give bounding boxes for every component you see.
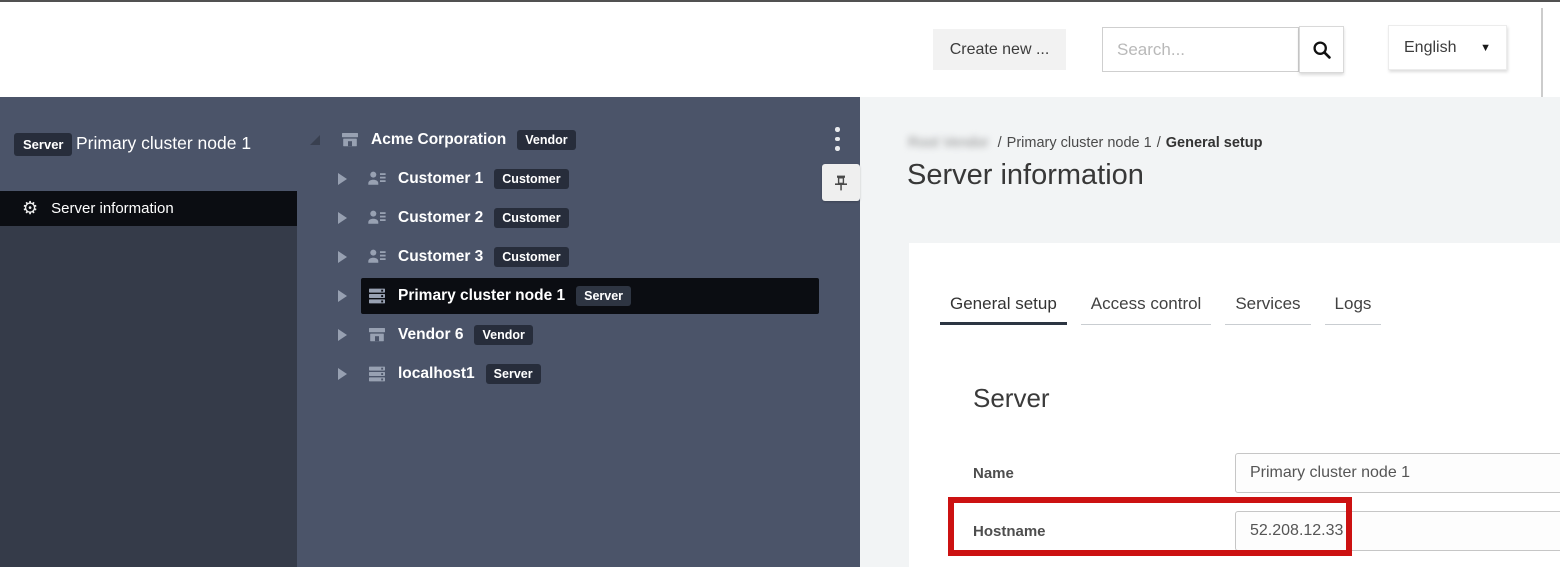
server-icon [367, 286, 387, 306]
tree-row-localhost1[interactable]: localhost1 Server [297, 354, 860, 393]
expand-arrow-icon[interactable] [335, 368, 349, 380]
kebab-menu-icon[interactable] [833, 125, 842, 153]
page: Create new ... English ▼ Server Primary … [0, 0, 1560, 567]
sidebar-title: Primary cluster node 1 [76, 133, 251, 154]
tree-node-label: Primary cluster node 1 [398, 287, 565, 305]
expand-arrow-icon[interactable] [335, 212, 349, 224]
content-card: General setup Access control Services Lo… [909, 243, 1560, 567]
name-label: Name [973, 465, 1235, 482]
top-bar: Create new ... English ▼ [0, 0, 1560, 97]
language-label: English [1404, 39, 1456, 57]
tree-row-acme-corporation[interactable]: Acme Corporation Vendor [297, 120, 860, 159]
name-field[interactable] [1235, 453, 1560, 493]
store-icon [340, 130, 360, 150]
sidebar-item-label: Server information [51, 200, 174, 217]
pin-icon [831, 173, 851, 193]
customer-badge: Customer [494, 208, 568, 228]
entity-tree: Acme Corporation Vendor Customer 1 Custo… [297, 97, 860, 567]
field-row-name: Name [973, 453, 1560, 493]
search-icon [1311, 39, 1333, 61]
collapse-arrow-icon[interactable] [308, 135, 322, 145]
tree-row-customer-2[interactable]: Customer 2 Customer [297, 198, 860, 237]
breadcrumb-separator: / [1157, 135, 1161, 151]
customer-icon [367, 247, 387, 267]
tree-row-vendor-6[interactable]: Vendor 6 Vendor [297, 315, 860, 354]
tab-general-setup[interactable]: General setup [940, 294, 1067, 325]
section-title-server: Server [973, 383, 1050, 414]
tree-node-label: Customer 3 [398, 248, 483, 266]
tree-row-customer-1[interactable]: Customer 1 Customer [297, 159, 860, 198]
tree-node-label: Vendor 6 [398, 326, 463, 344]
breadcrumb: Root Vendor / Primary cluster node 1 / Gener… [908, 135, 1262, 151]
breadcrumb-current: General setup [1166, 135, 1263, 151]
tab-access-control[interactable]: Access control [1081, 294, 1212, 325]
vendor-badge: Vendor [474, 325, 532, 345]
server-type-badge: Server [14, 133, 72, 156]
customer-badge: Customer [494, 169, 568, 189]
sidebar-item-server-information[interactable]: ⚙ Server information [0, 191, 297, 226]
pin-button[interactable] [822, 164, 860, 201]
tab-logs[interactable]: Logs [1325, 294, 1382, 325]
customer-icon [367, 208, 387, 228]
breadcrumb-redacted: Root Vendor [908, 135, 989, 151]
field-row-hostname: Hostname [973, 511, 1560, 551]
create-new-button[interactable]: Create new ... [933, 29, 1066, 70]
chevron-down-icon: ▼ [1480, 42, 1491, 54]
tab-services[interactable]: Services [1225, 294, 1310, 325]
customer-badge: Customer [494, 247, 568, 267]
server-icon [367, 364, 387, 384]
tab-bar: General setup Access control Services Lo… [940, 294, 1395, 325]
search-input[interactable] [1102, 27, 1299, 72]
main-content: Root Vendor / Primary cluster node 1 / Gener… [860, 97, 1560, 567]
customer-icon [367, 169, 387, 189]
vendor-badge: Vendor [517, 130, 575, 150]
gear-icon: ⚙ [22, 200, 38, 218]
page-title: Server information [907, 159, 1144, 192]
tree-node-label: localhost1 [398, 365, 475, 383]
breadcrumb-parent[interactable]: Primary cluster node 1 [1007, 135, 1152, 151]
sidebar-header: Server Primary cluster node 1 [0, 97, 297, 191]
expand-arrow-icon[interactable] [335, 173, 349, 185]
sidebar: Server Primary cluster node 1 ⚙ Server i… [0, 97, 297, 567]
server-badge: Server [486, 364, 541, 384]
hostname-label: Hostname [973, 523, 1235, 540]
expand-arrow-icon[interactable] [335, 329, 349, 341]
tree-node-label: Customer 2 [398, 209, 483, 227]
store-icon [367, 325, 387, 345]
tree-row-primary-cluster-node-1[interactable]: Primary cluster node 1 Server [297, 276, 860, 315]
breadcrumb-separator: / [998, 135, 1002, 151]
tree-row-customer-3[interactable]: Customer 3 Customer [297, 237, 860, 276]
tree-node-label: Customer 1 [398, 170, 483, 188]
tree-node-label: Acme Corporation [371, 131, 506, 149]
hostname-field[interactable] [1235, 511, 1560, 551]
server-badge: Server [576, 286, 631, 306]
expand-arrow-icon[interactable] [335, 290, 349, 302]
search-button[interactable] [1299, 26, 1344, 73]
language-dropdown[interactable]: English ▼ [1388, 25, 1507, 70]
expand-arrow-icon[interactable] [335, 251, 349, 263]
topbar-divider [1541, 8, 1543, 99]
